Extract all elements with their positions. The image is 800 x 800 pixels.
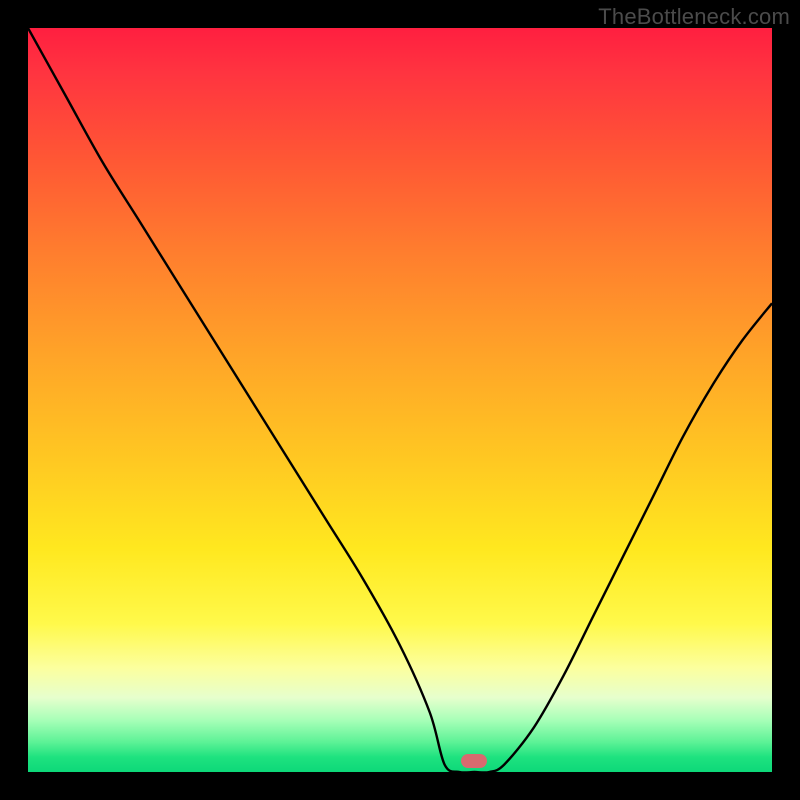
plot-area [28,28,772,772]
bottleneck-curve [28,28,772,772]
chart-frame: TheBottleneck.com [0,0,800,800]
minimum-marker [461,754,487,768]
watermark-text: TheBottleneck.com [598,4,790,30]
curve-path [28,28,772,772]
